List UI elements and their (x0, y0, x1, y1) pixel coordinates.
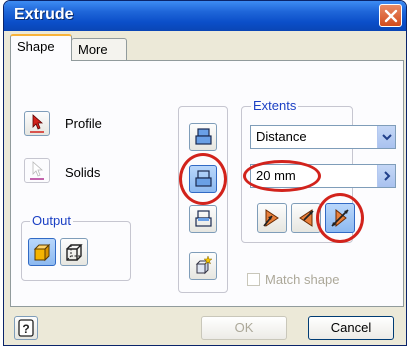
output-legend: Output (30, 213, 74, 228)
distance-menu-button[interactable] (377, 165, 395, 187)
tab-more-label: More (78, 42, 108, 57)
close-button[interactable] (379, 4, 402, 27)
output-solid-button[interactable] (28, 238, 56, 266)
cut-icon (195, 170, 212, 187)
tab-shape-label: Shape (17, 39, 55, 54)
match-shape-checkbox[interactable] (247, 273, 260, 286)
intersect-icon (195, 210, 212, 227)
distance-input[interactable]: 20 mm (250, 164, 396, 188)
direction-1-button[interactable] (257, 203, 287, 233)
help-button[interactable]: ? (14, 316, 38, 340)
solid-icon (33, 243, 51, 262)
close-icon (384, 9, 398, 23)
extents-legend: Extents (251, 98, 299, 113)
chevron-down-icon (382, 134, 392, 141)
direction-2-button[interactable] (291, 203, 321, 233)
output-surface-button[interactable] (60, 238, 88, 266)
profile-label: Profile (65, 116, 102, 131)
solids-label: Solids (65, 165, 101, 180)
direction-2-icon (299, 209, 314, 227)
distance-value: 20 mm (256, 168, 296, 183)
extent-type-value: Distance (256, 129, 307, 144)
extrude-dialog: Extrude Shape More Profile Solids Output… (3, 0, 407, 346)
tab-more[interactable]: More (71, 38, 127, 62)
symmetric-button[interactable] (325, 203, 355, 233)
join-button[interactable] (189, 123, 217, 151)
cancel-button[interactable]: Cancel (308, 316, 394, 340)
chevron-right-icon (384, 171, 391, 181)
surface-icon (66, 244, 83, 261)
profile-select-arrow-icon (30, 114, 44, 133)
match-shape-label: Match shape (265, 272, 340, 287)
ok-button[interactable]: OK (201, 316, 287, 340)
intersect-button[interactable] (189, 205, 217, 233)
cut-button[interactable] (189, 165, 217, 193)
new-solid-icon (195, 255, 213, 275)
shape-tab-panel: Profile Solids Output Extents Distance 2… (10, 60, 404, 307)
new-solid-button[interactable] (189, 252, 217, 280)
profile-button[interactable] (24, 111, 50, 136)
extent-type-dropdown[interactable]: Distance (250, 125, 396, 149)
join-icon (195, 128, 212, 145)
help-icon: ? (18, 319, 34, 337)
dropdown-arrow[interactable] (377, 126, 395, 148)
direction-1-icon (263, 209, 279, 227)
cancel-label: Cancel (330, 320, 372, 335)
svg-text:?: ? (22, 322, 29, 336)
solids-select-arrow-icon (30, 161, 44, 180)
window-title: Extrude (14, 6, 74, 23)
title-bar[interactable]: Extrude (4, 1, 406, 31)
tab-shape[interactable]: Shape (10, 34, 72, 61)
symmetric-icon (331, 208, 349, 228)
ok-label: OK (234, 320, 254, 335)
solids-button[interactable] (24, 158, 50, 183)
